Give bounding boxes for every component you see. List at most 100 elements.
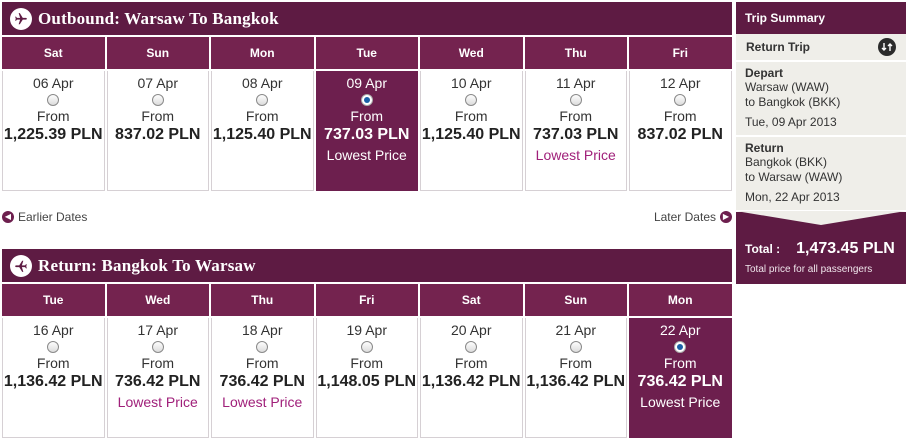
fare-from-label: From xyxy=(36,355,70,371)
day-name: Fri xyxy=(315,284,418,316)
day-column[interactable]: Mon 22 Apr From 736.42 PLN Lowest Price xyxy=(629,284,732,438)
trip-summary-body: Return Trip Depart Warsaw (WAW) to Bangk… xyxy=(736,34,906,212)
day-name: Thu xyxy=(211,284,314,316)
total-note: Total price for all passengers xyxy=(745,264,873,275)
fare-radio[interactable] xyxy=(569,94,582,106)
day-column[interactable]: Mon 08 Apr From 1,125.40 PLN xyxy=(211,37,314,191)
swap-icon[interactable] xyxy=(878,38,896,56)
fare-from-label: From xyxy=(663,355,697,371)
outbound-section: Outbound: Warsaw To Bangkok Sat 06 Apr Fro… xyxy=(2,2,732,191)
fare-cell[interactable]: 19 Apr From 1,148.05 PLN xyxy=(315,318,418,438)
depart-destination: to Bangkok (BKK) xyxy=(745,95,841,109)
fare-radio[interactable] xyxy=(674,94,687,106)
day-column[interactable]: Wed 10 Apr From 1,125.40 PLN xyxy=(420,37,523,191)
outbound-title: Outbound: Warsaw To Bangkok xyxy=(38,8,279,28)
fare-cell[interactable]: 12 Apr From 837.02 PLN xyxy=(629,71,732,191)
return-label: Return xyxy=(745,141,784,155)
day-column[interactable]: Sun 21 Apr From 1,136.42 PLN xyxy=(524,284,627,438)
fare-from-label: From xyxy=(141,108,175,124)
fare-radio[interactable] xyxy=(151,94,164,106)
fare-price: 736.42 PLN xyxy=(115,373,201,390)
fare-cell[interactable]: 11 Apr From 737.03 PLN Lowest Price xyxy=(524,71,627,191)
day-column[interactable]: Wed 17 Apr From 736.42 PLN Lowest Price xyxy=(106,284,209,438)
fare-cell[interactable]: 17 Apr From 736.42 PLN Lowest Price xyxy=(106,318,209,438)
fare-radio[interactable] xyxy=(360,94,373,106)
return-leg: Return Bangkok (BKK) to Warsaw (WAW) Mon… xyxy=(736,137,906,212)
fare-radio[interactable] xyxy=(151,341,164,353)
later-dates-link[interactable]: Later Dates ▶ xyxy=(654,210,732,224)
day-column[interactable]: Tue 16 Apr From 1,136.42 PLN xyxy=(2,284,105,438)
later-dates-label: Later Dates xyxy=(653,210,716,224)
fare-radio[interactable] xyxy=(256,94,269,106)
fare-price: 1,225.39 PLN xyxy=(3,126,103,143)
depart-date: Tue, 09 Apr 2013 xyxy=(745,115,837,129)
return-origin: Bangkok (BKK) xyxy=(745,155,828,169)
fare-date: 19 Apr xyxy=(346,322,387,338)
fare-from-label: From xyxy=(245,355,279,371)
day-column[interactable]: Sun 07 Apr From 837.02 PLN xyxy=(106,37,209,191)
fare-radio[interactable] xyxy=(47,341,60,353)
depart-label: Depart xyxy=(745,66,784,80)
fare-cell[interactable]: 08 Apr From 1,125.40 PLN xyxy=(211,71,314,191)
fare-cell[interactable]: 21 Apr From 1,136.42 PLN xyxy=(524,318,627,438)
fare-date: 20 Apr xyxy=(451,322,492,338)
fare-cell[interactable]: 16 Apr From 1,136.42 PLN xyxy=(2,318,105,438)
fare-cell[interactable]: 09 Apr From 737.03 PLN Lowest Price xyxy=(315,71,418,191)
fare-date: 10 Apr xyxy=(451,75,492,91)
day-column[interactable]: Sat 20 Apr From 1,136.42 PLN xyxy=(420,284,523,438)
fare-from-label: From xyxy=(350,108,384,124)
fare-radio[interactable] xyxy=(674,341,687,353)
day-column[interactable]: Fri 19 Apr From 1,148.05 PLN xyxy=(315,284,418,438)
fare-date: 06 Apr xyxy=(33,75,74,91)
fare-price: 1,136.42 PLN xyxy=(526,373,626,390)
fare-radio[interactable] xyxy=(465,341,478,353)
fare-cell[interactable]: 20 Apr From 1,136.42 PLN xyxy=(420,318,523,438)
fare-date: 17 Apr xyxy=(137,322,178,338)
total-label: Total : xyxy=(745,242,781,256)
day-name: Sat xyxy=(420,284,523,316)
day-column[interactable]: Sat 06 Apr From 1,225.39 PLN xyxy=(2,37,105,191)
day-column[interactable]: Tue 09 Apr From 737.03 PLN Lowest Price xyxy=(315,37,418,191)
fare-from-label: From xyxy=(141,355,175,371)
fare-radio[interactable] xyxy=(569,341,582,353)
day-column[interactable]: Fri 12 Apr From 837.02 PLN xyxy=(629,37,732,191)
fare-cell[interactable]: 06 Apr From 1,225.39 PLN xyxy=(2,71,105,191)
lowest-price-label: Lowest Price xyxy=(222,394,303,410)
day-name: Sun xyxy=(106,37,209,69)
day-name: Sun xyxy=(524,284,627,316)
fare-radio[interactable] xyxy=(360,341,373,353)
fare-price: 1,125.40 PLN xyxy=(212,126,312,143)
fare-date: 21 Apr xyxy=(555,322,596,338)
fare-radio[interactable] xyxy=(256,341,269,353)
day-name: Thu xyxy=(524,37,627,69)
fare-from-label: From xyxy=(454,108,488,124)
lowest-price-label: Lowest Price xyxy=(117,394,198,410)
day-column[interactable]: Thu 11 Apr From 737.03 PLN Lowest Price xyxy=(524,37,627,191)
fare-cell[interactable]: 10 Apr From 1,125.40 PLN xyxy=(420,71,523,191)
day-name: Wed xyxy=(106,284,209,316)
total-row: Total : 1,473.45 PLN xyxy=(745,240,895,258)
fare-radio[interactable] xyxy=(465,94,478,106)
return-title: Return: Bangkok To Warsaw xyxy=(38,255,256,275)
fare-cell[interactable]: 22 Apr From 736.42 PLN Lowest Price xyxy=(629,318,732,438)
fare-cell[interactable]: 07 Apr From 837.02 PLN xyxy=(106,71,209,191)
fare-from-label: From xyxy=(454,355,488,371)
fare-price: 837.02 PLN xyxy=(637,126,723,143)
fare-from-label: From xyxy=(663,108,697,124)
total-value: 1,473.45 PLN xyxy=(796,240,895,257)
fare-price: 837.02 PLN xyxy=(115,126,201,143)
chevron-right-icon: ▶ xyxy=(720,211,732,223)
earlier-dates-link[interactable]: ◀ Earlier Dates xyxy=(2,210,87,224)
fare-from-label: From xyxy=(350,355,384,371)
depart-origin: Warsaw (WAW) xyxy=(745,80,829,94)
fare-from-label: From xyxy=(245,108,279,124)
chevron-left-icon: ◀ xyxy=(2,211,14,223)
outbound-days: Sat 06 Apr From 1,225.39 PLN Sun 07 Apr From 83… xyxy=(2,37,732,191)
fare-date: 09 Apr xyxy=(346,75,387,91)
return-destination: to Warsaw (WAW) xyxy=(745,170,843,184)
fare-cell[interactable]: 18 Apr From 736.42 PLN Lowest Price xyxy=(211,318,314,438)
day-column[interactable]: Thu 18 Apr From 736.42 PLN Lowest Price xyxy=(211,284,314,438)
date-navigation: ◀ Earlier Dates Later Dates ▶ xyxy=(2,208,732,228)
fare-radio[interactable] xyxy=(47,94,60,106)
day-name: Sat xyxy=(2,37,105,69)
